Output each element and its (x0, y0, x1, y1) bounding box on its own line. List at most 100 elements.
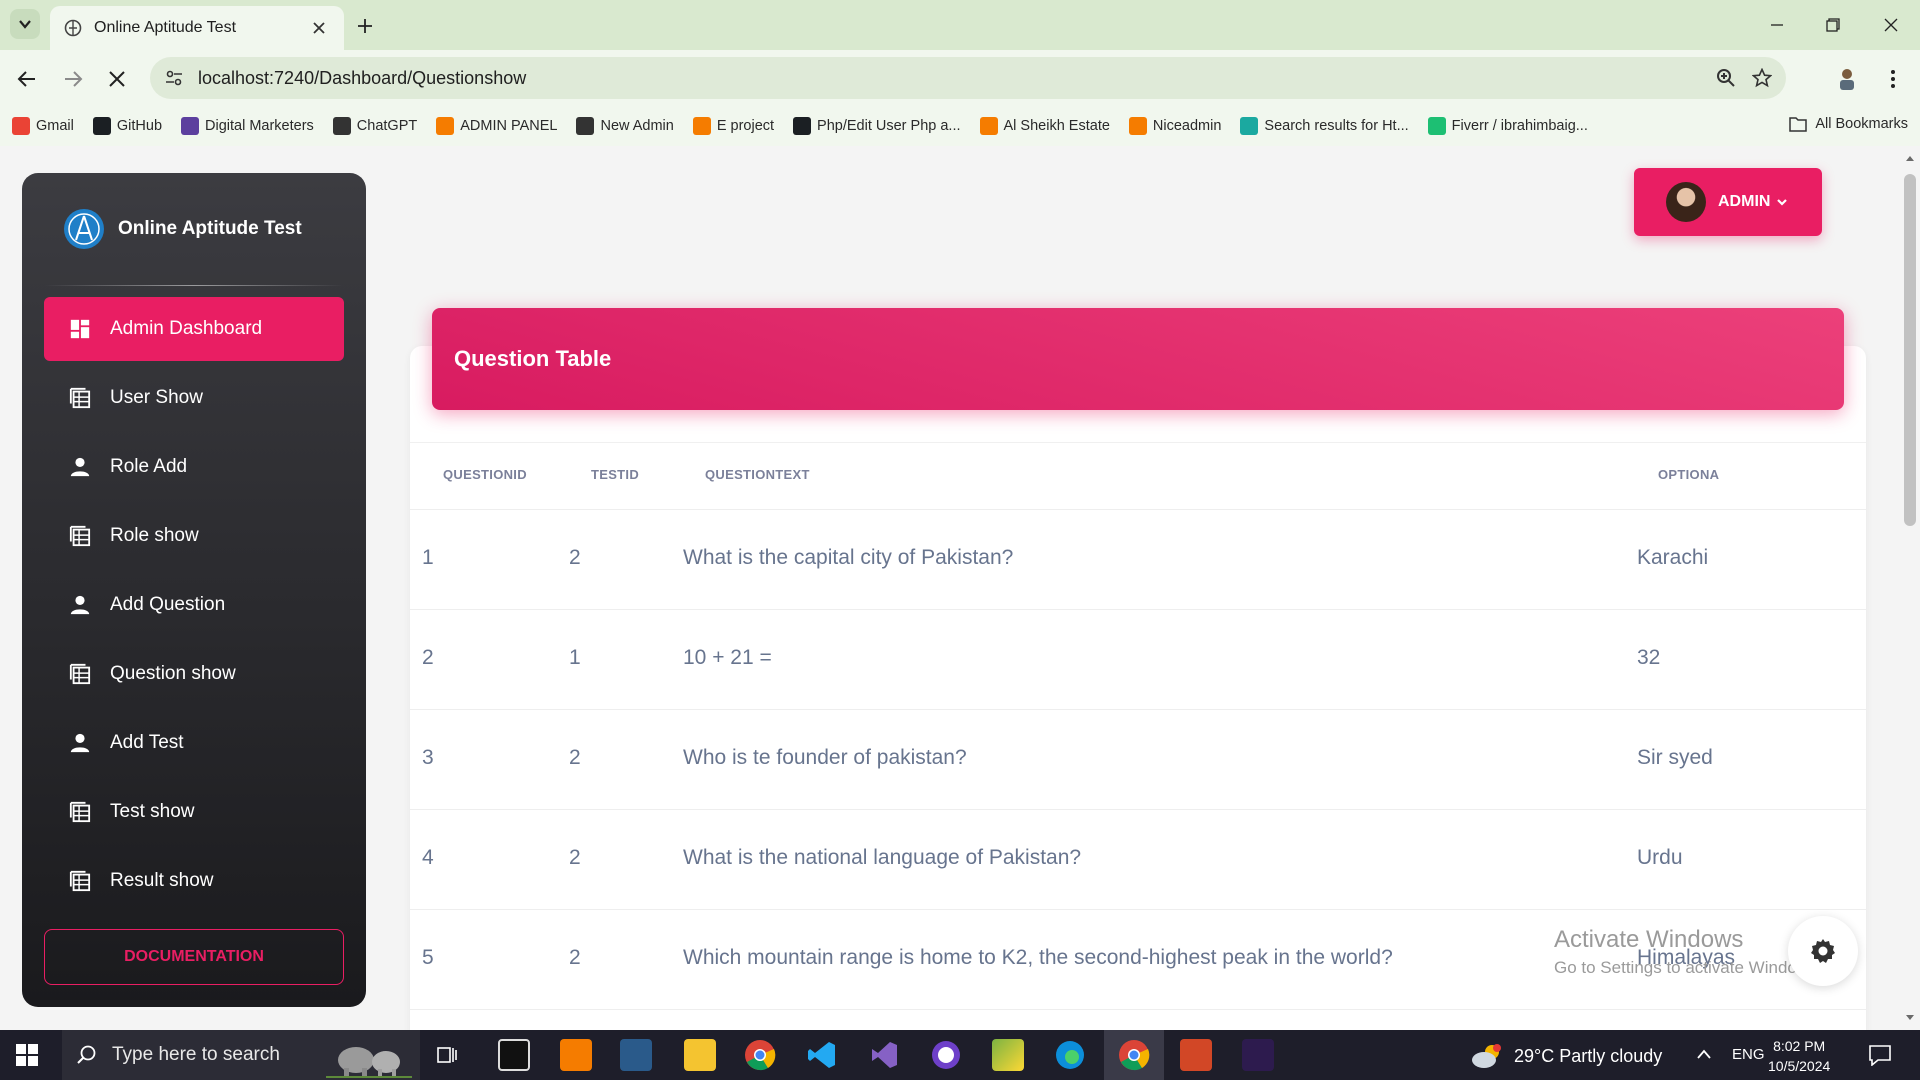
column-header: QUESTIONTEXT (705, 467, 810, 482)
table-cell: What is the capital city of Pakistan? (683, 546, 1014, 569)
page-scrollbar[interactable] (1900, 146, 1920, 1030)
watermark-title: Activate Windows (1554, 926, 1744, 953)
bookmark-item[interactable]: ADMIN PANEL (436, 117, 557, 135)
settings-fab[interactable] (1788, 916, 1858, 986)
table-cell: 32 (1637, 646, 1661, 669)
sidebar-item-add-question[interactable]: Add Question (44, 573, 344, 637)
bookmark-item[interactable]: Niceadmin (1128, 117, 1221, 135)
chrome-icon[interactable] (744, 1039, 776, 1071)
browser-tab[interactable]: Online Aptitude Test (50, 6, 344, 50)
notification-icon[interactable] (1868, 1044, 1892, 1066)
bookmark-item[interactable]: ChatGPT (332, 117, 417, 135)
file-explorer-icon[interactable] (684, 1039, 716, 1071)
table-icon (68, 869, 92, 893)
bookmark-item[interactable]: GitHub (92, 117, 162, 135)
close-window-icon[interactable] (1876, 12, 1906, 38)
back-icon[interactable] (12, 64, 42, 94)
xampp-icon[interactable] (560, 1039, 592, 1071)
weather-widget[interactable]: 29°C Partly cloudy (1470, 1043, 1662, 1069)
taskbar-search[interactable]: Type here to search (62, 1030, 420, 1080)
bookmarks-bar: Gmail GitHub Digital Marketers ChatGPT ADMIN… (0, 106, 1920, 146)
chevron-up-icon[interactable] (1696, 1048, 1712, 1060)
chrome-active-icon[interactable] (1118, 1039, 1150, 1071)
table-row[interactable]: 4 2 What is the national language of Pakis… (410, 810, 1866, 910)
bookmark-star-icon[interactable] (1752, 68, 1772, 88)
bookmark-item[interactable]: New Admin (576, 117, 674, 135)
xampp-icon (979, 117, 998, 135)
activate-windows-watermark: Activate Windows Go to Settings to activ… (1554, 926, 1822, 978)
bookmark-item[interactable]: Digital Marketers (181, 117, 314, 135)
clock[interactable]: 8:02 PM 10/5/2024 (1768, 1036, 1830, 1076)
bookmark-label: New Admin (600, 118, 674, 134)
table-row[interactable]: 1 2 What is the capital city of Pakistan? K… (410, 510, 1866, 610)
sidebar-item-admin-dashboard[interactable]: Admin Dashboard (44, 297, 344, 361)
avatar (1666, 182, 1706, 222)
sidebar-item-test-show[interactable]: Test show (44, 780, 344, 844)
sidebar-item-label: Role Add (110, 456, 188, 477)
bookmark-item[interactable]: E project (692, 117, 775, 135)
task-view-icon[interactable] (436, 1044, 458, 1066)
windows-taskbar: Type here to search 29°C Partly cloudy E… (0, 1030, 1920, 1080)
xampp-icon (436, 117, 455, 135)
documentation-button[interactable]: DOCUMENTATION (44, 929, 344, 985)
bookmark-label: Gmail (36, 118, 74, 134)
language-indicator[interactable]: ENG (1732, 1046, 1765, 1063)
app-icon-2[interactable] (992, 1039, 1024, 1071)
stop-loading-icon[interactable] (102, 64, 132, 94)
vscode-icon[interactable] (806, 1039, 838, 1071)
table-cell: 1 (569, 646, 581, 669)
profile-avatar-icon[interactable] (1832, 64, 1862, 94)
sidebar-item-label: Add Question (110, 594, 226, 615)
new-tab-icon[interactable] (352, 13, 378, 39)
github-desktop-icon[interactable] (930, 1039, 962, 1071)
bookmark-item[interactable]: Gmail (12, 117, 74, 135)
sidebar-item-role-show[interactable]: Role show (44, 504, 344, 568)
table-row[interactable]: 3 2 Who is te founder of pakistan? Sir syed (410, 710, 1866, 810)
person-icon (68, 593, 92, 617)
forward-icon[interactable] (58, 64, 88, 94)
tab-search-button[interactable] (10, 9, 40, 39)
person-icon (68, 455, 92, 479)
github-icon (793, 117, 812, 135)
powerpoint-icon[interactable] (1180, 1039, 1212, 1071)
admin-menu-button[interactable]: ADMIN (1634, 168, 1822, 236)
gear-icon (1811, 939, 1835, 963)
table-header: QUESTIONID TESTID QUESTIONTEXT OPTIONA (410, 442, 1866, 510)
xampp-icon (692, 117, 711, 135)
sidebar-item-role-add[interactable]: Role Add (44, 435, 344, 499)
bookmark-item[interactable]: Al Sheikh Estate (979, 117, 1110, 135)
sidebar-item-question-show[interactable]: Question show (44, 642, 344, 706)
bookmark-label: E project (716, 118, 775, 134)
visual-studio-icon[interactable] (868, 1039, 900, 1071)
sidebar-item-add-test[interactable]: Add Test (44, 711, 344, 775)
app-icon-1[interactable] (498, 1039, 530, 1071)
table-cell: 2 (569, 946, 581, 969)
workbench-icon[interactable] (620, 1039, 652, 1071)
github-icon (92, 117, 111, 135)
menu-dots-icon[interactable] (1878, 64, 1908, 94)
bookmark-item[interactable]: Php/Edit User Php a... (793, 117, 961, 135)
zoom-icon[interactable] (1716, 68, 1736, 88)
edge-icon[interactable] (1054, 1039, 1086, 1071)
sidebar-item-label: Admin Dashboard (110, 318, 263, 339)
restore-icon[interactable] (1818, 12, 1848, 38)
table-cell: 4 (422, 846, 434, 869)
sidebar-item-result-show[interactable]: Result show (44, 849, 344, 913)
table-title: Question Table (454, 346, 612, 371)
table-row[interactable]: 2 1 10 + 21 = 32 (410, 610, 1866, 710)
scrollbar-thumb[interactable] (1904, 174, 1916, 526)
bookmark-item[interactable]: Fiverr / ibrahimbaig... (1427, 117, 1588, 135)
address-bar[interactable]: localhost:7240/Dashboard/Questionshow (150, 57, 1786, 99)
all-bookmarks-button[interactable]: All Bookmarks (1789, 116, 1908, 132)
sidebar-item-label: Test show (110, 801, 195, 822)
minimize-icon[interactable] (1762, 12, 1792, 38)
windows-start-icon[interactable] (16, 1044, 38, 1066)
brand[interactable]: Online Aptitude Test (62, 207, 302, 251)
card-header: Question Table (432, 308, 1844, 410)
close-tab-icon[interactable] (308, 17, 330, 39)
terminal-icon[interactable] (1242, 1039, 1274, 1071)
site-info-icon[interactable] (164, 68, 184, 88)
globe-icon (576, 117, 595, 135)
sidebar-item-user-show[interactable]: User Show (44, 366, 344, 430)
bookmark-item[interactable]: Search results for Ht... (1240, 117, 1409, 135)
